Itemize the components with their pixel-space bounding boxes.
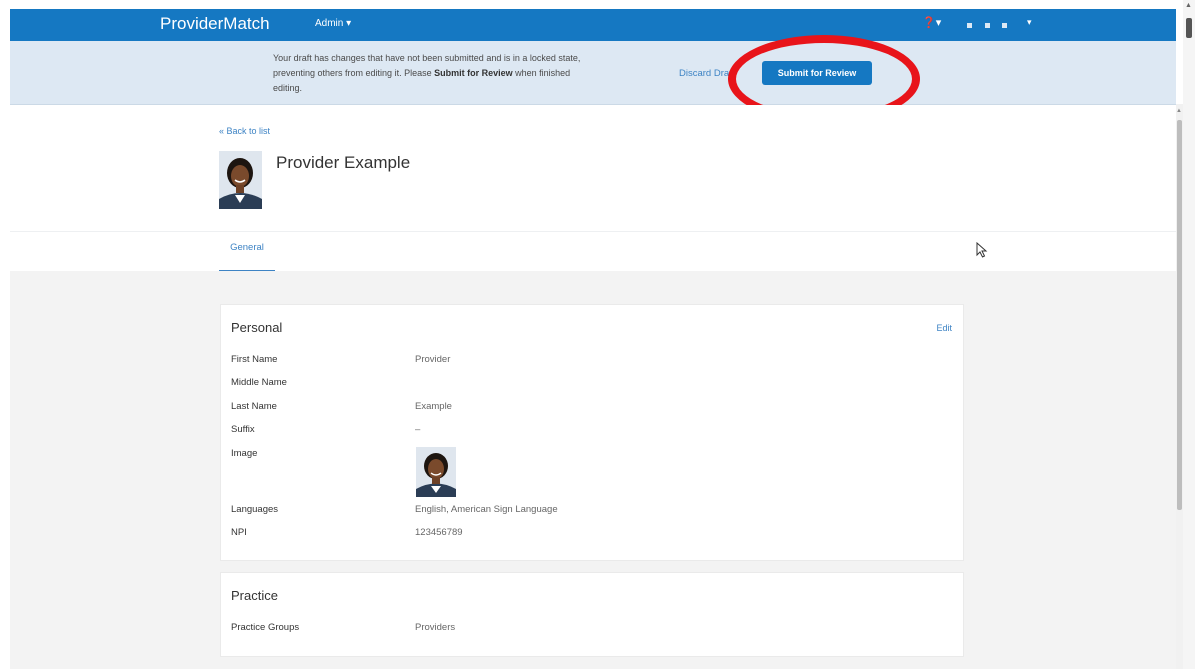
- practice-card: Practice Practice Groups Providers: [220, 572, 964, 657]
- window-scroll-up-arrow-icon[interactable]: ▲: [1185, 2, 1192, 9]
- discard-draft-link[interactable]: Discard Draft: [679, 68, 734, 79]
- page-title: Provider Example: [276, 153, 411, 172]
- draft-notice-line-3: editing.: [273, 83, 303, 93]
- field-label-image: Image: [231, 448, 258, 459]
- draft-notice-message: Your draft has changes that have not bee…: [273, 51, 673, 96]
- field-value-npi: 123456789: [415, 527, 463, 538]
- nav-square-icon-1[interactable]: [967, 23, 972, 28]
- draft-notice-bar: Your draft has changes that have not bee…: [10, 41, 1176, 105]
- field-value-last-name: Example: [415, 401, 452, 412]
- provider-avatar: [219, 151, 262, 209]
- mouse-pointer-icon: [976, 242, 988, 258]
- field-label-npi: NPI: [231, 527, 247, 538]
- tab-bar: General: [10, 231, 1176, 272]
- draft-notice-emphasis: Submit for Review: [434, 68, 513, 78]
- edit-personal-link[interactable]: Edit: [936, 323, 952, 333]
- field-value-suffix: –: [415, 424, 421, 435]
- window-scrollbar-thumb[interactable]: [1186, 18, 1192, 38]
- top-navbar: ProviderMatch Admin ▾ ❓▾ ▾: [10, 9, 1176, 41]
- field-value-languages: English, American Sign Language: [415, 504, 558, 515]
- field-label-first-name: First Name: [231, 354, 278, 365]
- field-label-suffix: Suffix: [231, 424, 255, 435]
- brand-logo[interactable]: ProviderMatch: [160, 14, 270, 34]
- field-value-practice-groups: Providers: [415, 622, 456, 633]
- nav-square-icon-2[interactable]: [985, 23, 990, 28]
- field-label-practice-groups: Practice Groups: [231, 622, 300, 633]
- field-value-first-name: Provider: [415, 354, 451, 365]
- draft-notice-line-2-end: when finished: [512, 68, 571, 78]
- page-scrollbar-thumb[interactable]: [1177, 120, 1182, 510]
- back-to-list-link[interactable]: « Back to list: [219, 126, 270, 136]
- user-menu-chevron-icon[interactable]: ▾: [1027, 17, 1032, 28]
- nav-square-icon-3[interactable]: [1002, 23, 1007, 28]
- tab-general[interactable]: General: [219, 242, 275, 272]
- provider-image-thumbnail: [416, 447, 456, 497]
- help-icon[interactable]: ❓▾: [922, 16, 941, 29]
- scroll-up-arrow-icon[interactable]: ▲: [1176, 108, 1182, 114]
- draft-notice-line-1: Your draft has changes that have not bee…: [273, 53, 581, 63]
- window-scrollbar[interactable]: ▲: [1183, 0, 1195, 669]
- provider-header: « Back to list Provider Example: [10, 105, 1176, 230]
- practice-section-title: Practice: [231, 588, 278, 603]
- field-label-middle-name: Middle Name: [231, 377, 287, 388]
- page-scrollbar[interactable]: ▲: [1176, 104, 1183, 669]
- draft-notice-line-2: preventing others from editing it. Pleas…: [273, 68, 435, 78]
- personal-section-title: Personal: [231, 320, 283, 335]
- admin-dropdown[interactable]: Admin ▾: [315, 18, 351, 29]
- personal-card: Personal Edit First Name Provider Middle…: [220, 304, 964, 561]
- field-label-last-name: Last Name: [231, 401, 277, 412]
- field-label-languages: Languages: [231, 504, 279, 515]
